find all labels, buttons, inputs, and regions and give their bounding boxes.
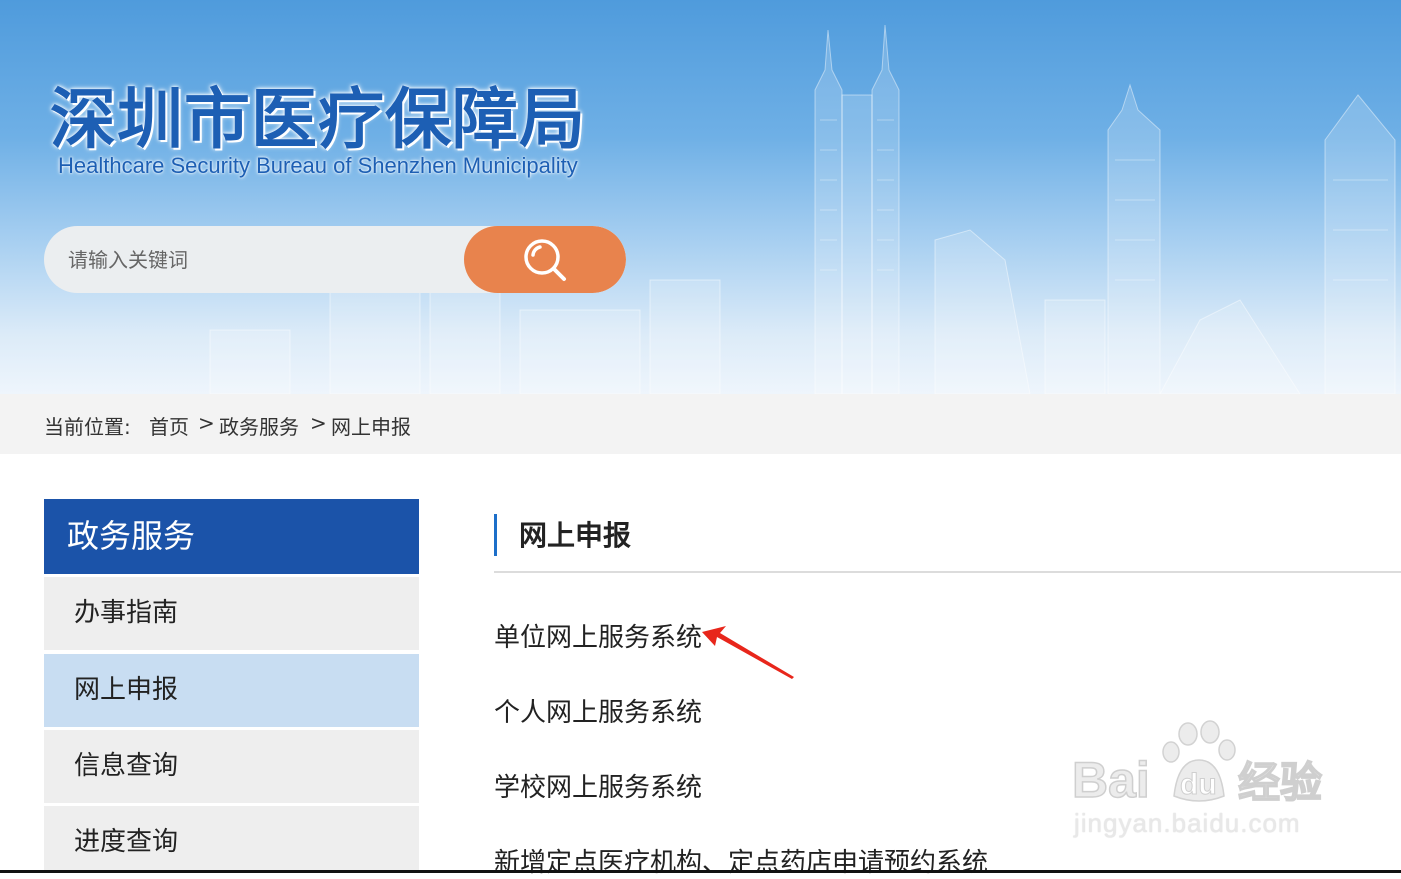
breadcrumb-government-services[interactable]: 政务服务 — [219, 411, 299, 440]
svg-text:经验: 经验 — [1238, 758, 1322, 807]
sidebar-title: 政务服务 — [44, 499, 419, 574]
header-banner: 深圳市医疗保障局 Healthcare Security Bureau of S… — [0, 0, 1401, 394]
search-button[interactable] — [464, 226, 626, 293]
breadcrumb-online-declaration[interactable]: 网上申报 — [331, 411, 411, 440]
red-arrow-icon — [702, 626, 794, 679]
section-divider — [494, 571, 1401, 573]
svg-text:Bai: Bai — [1072, 752, 1150, 808]
breadcrumb: 当前位置: 首页 > 政务服务 > 网上申报 — [0, 394, 1401, 454]
breadcrumb-home[interactable]: 首页 — [149, 411, 189, 440]
city-skyline-illustration — [209, 24, 1396, 394]
breadcrumb-separator: > — [310, 411, 327, 435]
breadcrumb-separator: > — [198, 411, 215, 435]
baidu-jingyan-watermark: Bai du 经验 — [1071, 720, 1323, 809]
sidebar-item-online-declaration[interactable]: 网上申报 — [44, 654, 419, 727]
site-logo-english: Healthcare Security Bureau of Shenzhen M… — [58, 153, 578, 178]
site-logo-chinese[interactable]: 深圳市医疗保障局 — [50, 66, 586, 162]
sidebar-item-guide[interactable]: 办事指南 — [44, 577, 419, 650]
search-box — [44, 226, 626, 293]
watermark-url: jingyan.baidu.com — [1074, 808, 1301, 838]
link-school-online-service[interactable]: 学校网上服务系统 — [494, 767, 702, 804]
sidebar-item-progress-query[interactable]: 进度查询 — [44, 806, 419, 870]
breadcrumb-label: 当前位置: — [44, 415, 131, 439]
search-icon — [524, 238, 566, 281]
svg-text:du: du — [1180, 768, 1217, 801]
link-new-designated-institution-booking[interactable]: 新增定点医疗机构、定点药店申请预约系统 — [494, 842, 988, 879]
link-unit-online-service[interactable]: 单位网上服务系统 — [494, 617, 702, 654]
search-input[interactable] — [44, 226, 464, 293]
section-title: 网上申报 — [494, 514, 631, 556]
link-personal-online-service[interactable]: 个人网上服务系统 — [494, 692, 702, 729]
sidebar-item-info-query[interactable]: 信息查询 — [44, 730, 419, 803]
